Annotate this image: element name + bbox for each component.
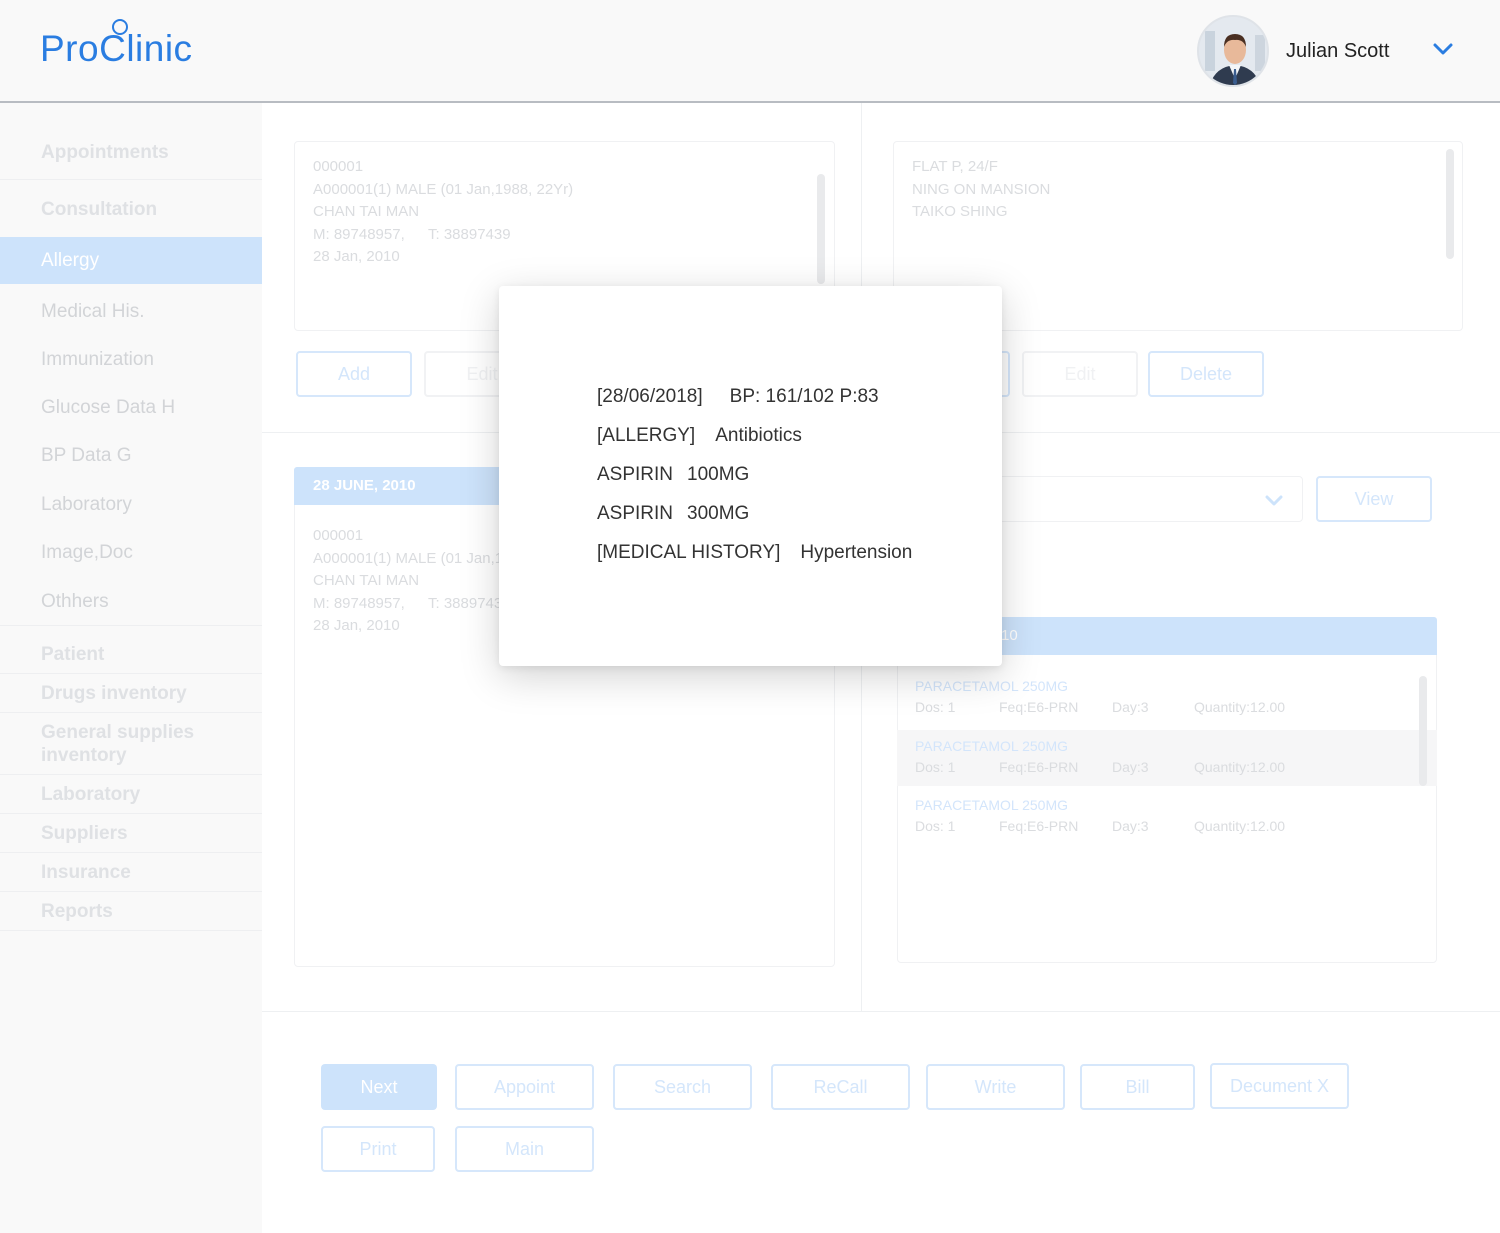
drug-qty: Quantity:12.00	[1194, 699, 1286, 715]
write-button[interactable]: Write	[926, 1064, 1065, 1110]
patient-card-scrollbar[interactable]	[817, 174, 825, 284]
modal-allergy-label: [ALLERGY]	[597, 425, 696, 446]
record-name: CHAN TAI MAN	[313, 572, 420, 589]
address-line-2: NING ON MANSION	[912, 180, 1051, 198]
bill-button[interactable]: Bill	[1080, 1064, 1195, 1110]
sidebar-item-appointments[interactable]: Appointments	[0, 125, 262, 180]
drug-day: Day:3	[1112, 759, 1149, 775]
sidebar-item-allergy[interactable]: Allergy	[0, 237, 262, 284]
prescription-item[interactable]: PARACETAMOL 250MG Dos: 1 Feq:E6-PRN Day:…	[897, 730, 1437, 786]
patient-date: 28 Jan, 2010	[313, 248, 400, 265]
modal-date: [28/06/2018]	[597, 386, 703, 407]
address-line-3: TAIKO SHING	[912, 203, 1008, 220]
search-button[interactable]: Search	[613, 1064, 752, 1110]
sidebar: Appointments Consultation Allergy Medica…	[0, 103, 262, 1233]
drug-freq: Feq:E6-PRN	[999, 818, 1079, 834]
sidebar-item-consultation[interactable]: Consultation	[0, 182, 262, 237]
modal-allergy-value: Antibiotics	[715, 425, 802, 446]
patient-mobile: M: 89748957,	[313, 225, 405, 243]
drug-qty: Quantity:12.00	[1194, 818, 1286, 834]
patient-id: 000001	[313, 158, 364, 175]
drug-freq: Feq:E6-PRN	[999, 759, 1079, 775]
modal-line-vitals: [28/06/2018] BP: 161/102 P:83	[597, 386, 879, 408]
patient-tel: T: 38897439	[428, 225, 511, 243]
record-date: 28 Jan, 2010	[313, 617, 400, 634]
drug-name: PARACETAMOL 250MG	[915, 797, 1069, 813]
recall-button[interactable]: ReCall	[771, 1064, 910, 1110]
print-button[interactable]: Print	[321, 1126, 435, 1172]
address-info: FLAT P, 24/F NING ON MANSION TAIKO SHING	[912, 156, 1050, 224]
drug-freq: Feq:E6-PRN	[999, 699, 1079, 715]
sidebar-item-bp-data[interactable]: BP Data G	[0, 432, 262, 480]
prescription-scrollbar[interactable]	[1419, 676, 1427, 786]
record-detail: A000001(1) MALE (01 Jan,1	[313, 549, 504, 567]
drug-qty: Quantity:12.00	[1194, 759, 1286, 775]
prescription-item[interactable]: PARACETAMOL 250MG Dos: 1 Feq:E6-PRN Day:…	[897, 670, 1437, 726]
modal-history-value: Hypertension	[800, 542, 913, 563]
sidebar-item-image-doc[interactable]: Image,Doc	[0, 529, 262, 577]
prescription-item[interactable]: PARACETAMOL 250MG Dos: 1 Feq:E6-PRN Day:…	[897, 789, 1437, 845]
modal-bp: BP: 161/102 P:83	[729, 386, 879, 407]
modal-line-drug-1: ASPIRIN 100MG	[597, 464, 749, 486]
sidebar-item-suppliers[interactable]: Suppliers	[0, 814, 262, 853]
drug-dos: Dos: 1	[915, 759, 956, 775]
modal-line-history: [MEDICAL HISTORY] Hypertension	[597, 542, 912, 564]
sidebar-item-patient[interactable]: Patient	[0, 635, 262, 674]
patient-info: 000001 A000001(1) MALE (01 Jan,1988, 22Y…	[313, 156, 573, 269]
sidebar-item-others[interactable]: Othhers	[0, 578, 262, 626]
address-line-1: FLAT P, 24/F	[912, 158, 998, 175]
drug-name: PARACETAMOL 250MG	[915, 678, 1069, 694]
footer-divider	[262, 1011, 1500, 1012]
avatar[interactable]	[1197, 15, 1269, 87]
sidebar-item-insurance[interactable]: Insurance	[0, 853, 262, 892]
modal-drug-2-dose: 300MG	[687, 503, 750, 524]
drug-day: Day:3	[1112, 699, 1149, 715]
view-button[interactable]: View	[1316, 476, 1432, 522]
appoint-button[interactable]: Appoint	[455, 1064, 594, 1110]
sidebar-item-laboratory[interactable]: Laboratory	[0, 481, 262, 529]
record-info: 000001 A000001(1) MALE (01 Jan,1 CHAN TA…	[313, 525, 503, 638]
sidebar-item-drugs-inventory[interactable]: Drugs inventory	[0, 674, 262, 713]
chevron-down-icon	[1265, 495, 1283, 506]
sidebar-item-laboratory-2[interactable]: Laboratory	[0, 775, 262, 814]
address-card-scrollbar[interactable]	[1446, 149, 1454, 259]
drug-day: Day:3	[1112, 818, 1149, 834]
chevron-down-icon[interactable]	[1432, 38, 1454, 60]
modal-line-drug-2: ASPIRIN 300MG	[597, 503, 749, 525]
sidebar-item-general-supplies[interactable]: General supplies inventory	[0, 713, 262, 775]
summary-modal: [28/06/2018] BP: 161/102 P:83 [ALLERGY] An…	[499, 286, 1002, 666]
patient-name: CHAN TAI MAN	[313, 203, 420, 220]
next-button[interactable]: Next	[321, 1064, 437, 1110]
main-button[interactable]: Main	[455, 1126, 594, 1172]
logo[interactable]: ProClinic	[40, 19, 193, 70]
modal-drug-2-name: ASPIRIN	[597, 503, 674, 524]
drug-dos: Dos: 1	[915, 699, 956, 715]
modal-line-allergy: [ALLERGY] Antibiotics	[597, 425, 802, 447]
delete-button[interactable]: Delete	[1148, 351, 1264, 397]
logo-text-clinic: linic	[126, 28, 193, 69]
document-button[interactable]: Decument X	[1210, 1063, 1349, 1109]
user-avatar-icon	[1199, 17, 1267, 85]
record-id: 000001	[313, 527, 364, 544]
logo-loop-icon	[112, 19, 128, 35]
modal-drug-1-name: ASPIRIN	[597, 464, 674, 485]
app-header: ProClinic Julian Scott	[0, 0, 1500, 103]
sidebar-item-reports[interactable]: Reports	[0, 892, 262, 931]
add-button[interactable]: Add	[296, 351, 412, 397]
patient-detail: A000001(1) MALE (01 Jan,1988, 22Yr)	[313, 180, 574, 198]
record-tel: T: 3889743	[428, 594, 503, 612]
drug-name: PARACETAMOL 250MG	[915, 738, 1069, 754]
drug-dos: Dos: 1	[915, 818, 956, 834]
sidebar-item-glucose-data[interactable]: Glucose Data H	[0, 384, 262, 432]
record-mobile: M: 89748957,	[313, 594, 405, 612]
sidebar-item-immunization[interactable]: Immunization	[0, 336, 262, 384]
logo-text-pro: Pro	[40, 28, 100, 69]
modal-history-label: [MEDICAL HISTORY]	[597, 542, 781, 563]
sidebar-item-medical-history[interactable]: Medical His.	[0, 288, 262, 336]
user-name[interactable]: Julian Scott	[1286, 40, 1389, 63]
edit-button-right[interactable]: Edit	[1022, 351, 1138, 397]
modal-drug-1-dose: 100MG	[687, 464, 750, 485]
